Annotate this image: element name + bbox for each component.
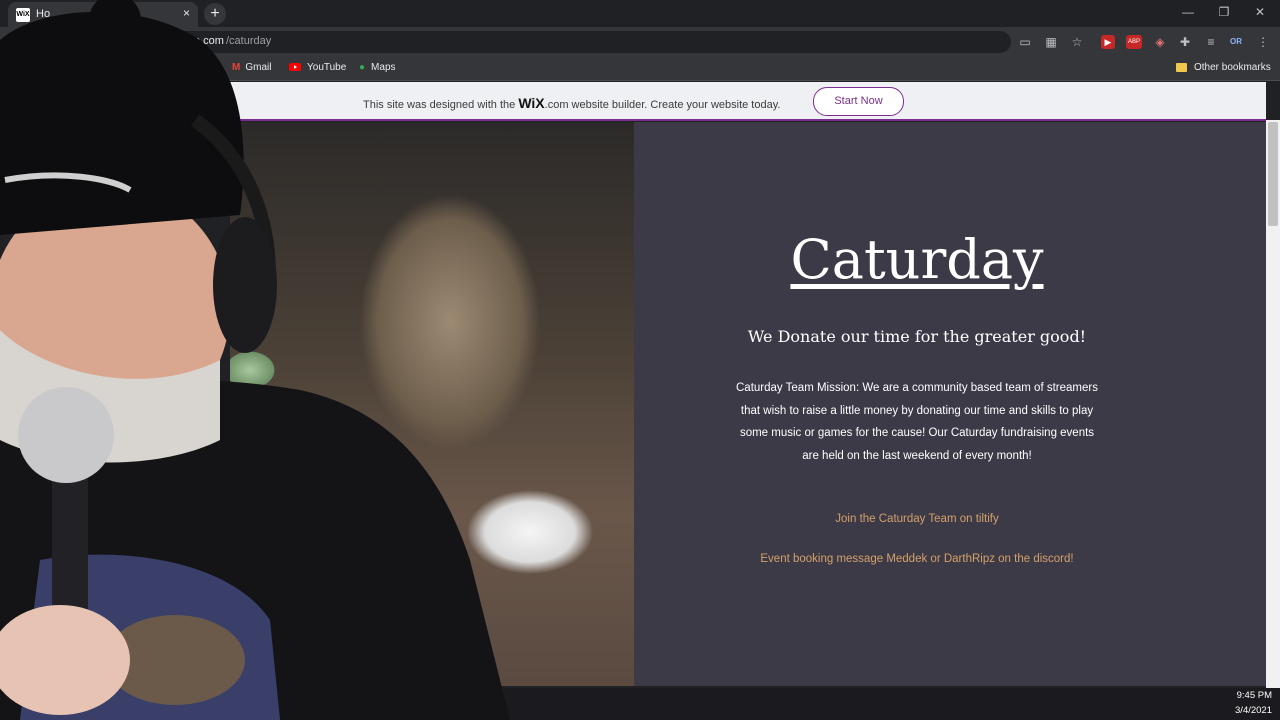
media-control-icon[interactable]: ≡ bbox=[1203, 34, 1219, 50]
scrollbar-thumb[interactable] bbox=[1268, 122, 1278, 226]
start-now-button[interactable]: Start Now bbox=[813, 87, 904, 116]
wix-logo: WiX bbox=[518, 95, 545, 111]
event-booking-link[interactable]: Event booking message Meddek or DarthRip… bbox=[634, 553, 1200, 565]
clock-date: 3/4/2021 bbox=[1235, 705, 1272, 716]
other-bookmarks[interactable]: Other bookmarks bbox=[1176, 60, 1271, 76]
webcam-overlay bbox=[0, 0, 510, 720]
folder-icon bbox=[1176, 62, 1187, 72]
headphones-earcup bbox=[213, 217, 277, 353]
minimize-button[interactable]: — bbox=[1170, 0, 1206, 26]
clock-time: 9:45 PM bbox=[1236, 690, 1272, 701]
cast-icon[interactable]: ▭ bbox=[1017, 34, 1033, 50]
microphone-icon bbox=[18, 387, 114, 483]
window-close-button[interactable]: ✕ bbox=[1242, 0, 1278, 26]
menu-kebab-icon[interactable]: ⋮ bbox=[1255, 34, 1271, 50]
mission-text: Caturday Team Mission: We are a communit… bbox=[736, 382, 1098, 462]
extension-pocket-icon[interactable]: ◈ bbox=[1152, 34, 1168, 50]
profile-avatar-icon[interactable]: OR bbox=[1228, 34, 1244, 50]
join-tiltify-link[interactable]: Join the Caturday Team on tiltify bbox=[634, 513, 1200, 525]
star-icon[interactable]: ☆ bbox=[1069, 34, 1085, 50]
page-title: Caturday bbox=[790, 228, 1044, 291]
puzzle-icon[interactable]: ✚ bbox=[1177, 34, 1193, 50]
qr-code-icon[interactable]: ▦ bbox=[1043, 34, 1059, 50]
page-subtitle: We Donate our time for the greater good! bbox=[747, 327, 1087, 346]
extension-red-icon[interactable]: ▶ bbox=[1101, 35, 1115, 49]
restore-button[interactable]: ❐ bbox=[1206, 0, 1242, 26]
adblock-icon[interactable]: ABP bbox=[1126, 35, 1142, 49]
